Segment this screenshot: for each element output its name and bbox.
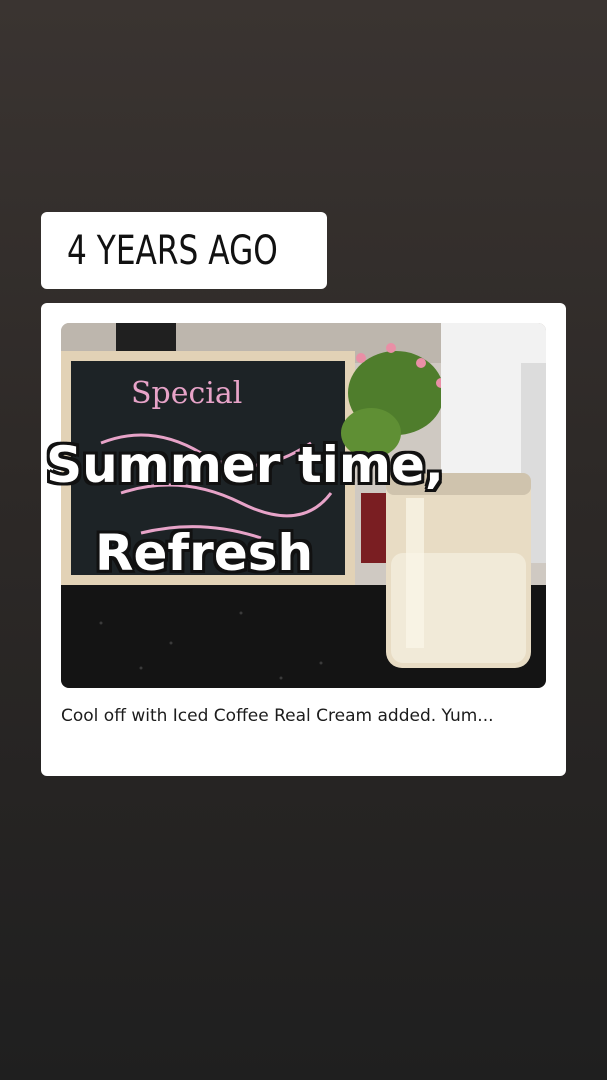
post-photo[interactable]: Special (61, 323, 546, 688)
chalkboard-text: Special (131, 376, 242, 411)
overlay-text-line-1[interactable]: Summer time, (0, 440, 490, 490)
memory-badge[interactable]: 4 YEARS AGO (41, 212, 327, 289)
memory-label: 4 YEARS AGO (67, 227, 278, 274)
iced-coffee-photo: Special (61, 323, 546, 688)
overlay-text-line-2[interactable]: Refresh (95, 528, 313, 578)
post-caption: Cool off with Iced Coffee Real Cream add… (61, 706, 494, 726)
